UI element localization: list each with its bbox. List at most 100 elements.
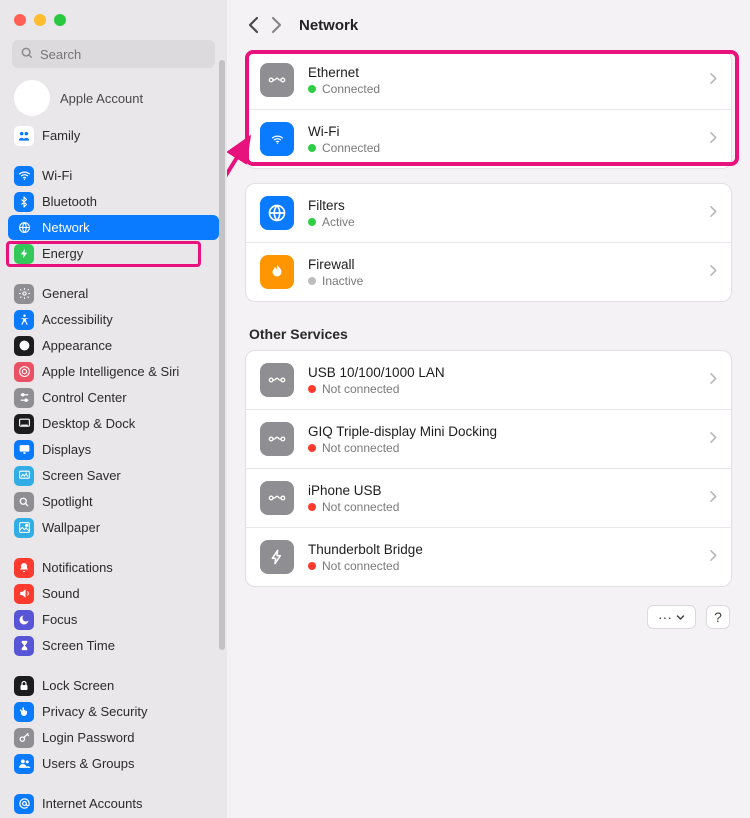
sidebar-item-displays[interactable]: Displays [8,437,219,462]
page-title: Network [299,17,358,34]
chevron-right-icon [709,431,717,447]
sidebar-item-label: Displays [42,442,91,457]
sidebar-item-network[interactable]: Network [8,215,219,240]
sidebar-item-apple-intelligence-siri[interactable]: Apple Intelligence & Siri [8,359,219,384]
ethernet-icon [260,363,294,397]
screensaver-icon [14,466,34,486]
service-row-giq-triple-display-mini-docking[interactable]: GIQ Triple-display Mini DockingNot conne… [246,409,731,468]
status-dot-icon [308,503,316,511]
sidebar-item-label: Screen Saver [42,468,121,483]
search-icon [20,46,40,63]
service-title: Thunderbolt Bridge [308,542,709,557]
status-text: Not connected [322,441,399,455]
display-icon [14,440,34,460]
accessibility-icon [14,310,34,330]
sidebar-item-label: Family [42,128,80,143]
sidebar-item-label: Bluetooth [42,194,97,209]
sidebar-item-appearance[interactable]: Appearance [8,333,219,358]
chevron-right-icon [709,72,717,88]
sidebar-item-accessibility[interactable]: Accessibility [8,307,219,332]
service-row-filters[interactable]: FiltersActive [246,184,731,242]
sidebar-item-energy[interactable]: Energy [8,241,219,266]
service-title: Filters [308,198,709,213]
apple-account-row[interactable]: Apple Account [8,74,219,122]
ethernet-icon [260,63,294,97]
apple-account-label: Apple Account [60,91,143,106]
sidebar-item-screen-saver[interactable]: Screen Saver [8,463,219,488]
zoom-window-button[interactable] [54,14,66,26]
back-button[interactable] [243,11,265,39]
main-pane: Network EthernetConnectedWi-FiConnected … [227,0,750,818]
service-row-ethernet[interactable]: EthernetConnected [246,51,731,109]
forward-button[interactable] [265,11,287,39]
service-row-iphone-usb[interactable]: iPhone USBNot connected [246,468,731,527]
sidebar-item-screen-time[interactable]: Screen Time [8,633,219,658]
search-input[interactable] [40,47,216,62]
at-icon [14,794,34,814]
sidebar-item-wi-fi[interactable]: Wi-Fi [8,163,219,188]
filters-icon [260,196,294,230]
family-icon [14,126,34,146]
ethernet-icon [260,422,294,456]
minimize-window-button[interactable] [34,14,46,26]
sidebar-item-notifications[interactable]: Notifications [8,555,219,580]
help-button[interactable]: ? [706,605,730,629]
sidebar-item-internet-accounts[interactable]: Internet Accounts [8,791,219,816]
status-text: Connected [322,141,380,155]
sidebar-item-users-groups[interactable]: Users & Groups [8,751,219,776]
service-title: Wi-Fi [308,124,709,139]
sidebar-item-general[interactable]: General [8,281,219,306]
lock-icon [14,676,34,696]
sidebar-item-wallpaper[interactable]: Wallpaper [8,515,219,540]
users-icon [14,754,34,774]
status-badge: Inactive [308,274,709,288]
speaker-icon [14,584,34,604]
header: Network [227,0,750,50]
gear-icon [14,284,34,304]
status-text: Not connected [322,559,399,573]
sidebar-item-label: Network [42,220,90,235]
more-menu-button[interactable]: ··· [647,605,696,629]
appearance-icon [14,336,34,356]
other-services-card: USB 10/100/1000 LANNot connectedGIQ Trip… [245,350,732,587]
sidebar-item-label: Appearance [42,338,112,353]
sidebar-item-control-center[interactable]: Control Center [8,385,219,410]
sidebar-item-login-password[interactable]: Login Password [8,725,219,750]
hourglass-icon [14,636,34,656]
status-text: Not connected [322,500,399,514]
service-title: Firewall [308,257,709,272]
chevron-right-icon [709,131,717,147]
status-badge: Connected [308,82,709,96]
service-row-firewall[interactable]: Firewall Inactive [246,242,731,301]
primary-services-card: EthernetConnected Wi-Fi Connected [245,50,732,169]
key-icon [14,728,34,748]
sidebar-item-lock-screen[interactable]: Lock Screen [8,673,219,698]
wifi-icon [14,166,34,186]
status-badge: Not connected [308,500,709,514]
status-badge: Not connected [308,559,709,573]
sidebar-item-label: Control Center [42,390,127,405]
close-window-button[interactable] [14,14,26,26]
sidebar-item-label: Energy [42,246,83,261]
search-field[interactable] [12,40,215,68]
sidebar-scrollbar[interactable] [219,60,225,650]
search-icon [14,492,34,512]
sidebar-item-bluetooth[interactable]: Bluetooth [8,189,219,214]
secondary-services-card: FiltersActive Firewall Inactive [245,183,732,302]
service-row-usb-10-100-1000-lan[interactable]: USB 10/100/1000 LANNot connected [246,351,731,409]
firewall-icon [260,255,294,289]
status-badge: Not connected [308,382,709,396]
service-row-thunderbolt-bridge[interactable]: Thunderbolt Bridge Not connected [246,527,731,586]
sidebar-item-spotlight[interactable]: Spotlight [8,489,219,514]
service-row-wi-fi[interactable]: Wi-Fi Connected [246,109,731,168]
sidebar-item-label: Internet Accounts [42,796,142,811]
sidebar-item-sound[interactable]: Sound [8,581,219,606]
sidebar-item-focus[interactable]: Focus [8,607,219,632]
sidebar-item-privacy-security[interactable]: Privacy & Security [8,699,219,724]
sidebar-item-desktop-dock[interactable]: Desktop & Dock [8,411,219,436]
wifi-icon [260,122,294,156]
sidebar-item-label: Notifications [42,560,113,575]
control-center-icon [14,388,34,408]
sidebar-item-label: Wallpaper [42,520,100,535]
sidebar-item-family[interactable]: Family [8,123,219,148]
